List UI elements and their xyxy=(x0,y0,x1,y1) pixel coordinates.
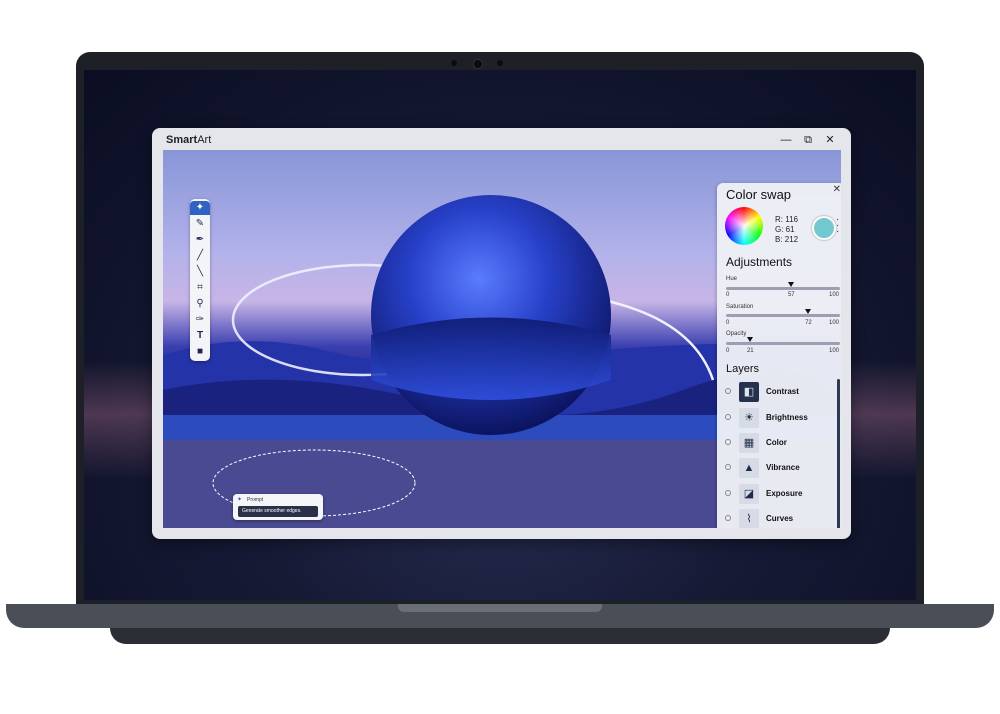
saturation-label: Saturation xyxy=(726,304,754,310)
layer-label: Brightness xyxy=(766,413,808,422)
saturation-slider-thumb[interactable] xyxy=(805,309,812,314)
webcam-bar xyxy=(440,58,560,70)
layer-item-contrast[interactable]: ◧ Contrast xyxy=(723,382,833,402)
saturation-min: 0 xyxy=(726,320,730,326)
text-icon[interactable]: T xyxy=(190,329,210,343)
opacity-slider[interactable] xyxy=(726,342,840,345)
layer-radio[interactable] xyxy=(725,490,731,496)
layer-label: Curves xyxy=(766,514,794,523)
layers-scrollbar[interactable] xyxy=(837,379,840,528)
layer-label: Exposure xyxy=(766,489,803,498)
layer-label: Color xyxy=(766,438,787,447)
rgb-blue: B: 212 xyxy=(775,235,799,244)
saturation-value: 72 xyxy=(805,320,812,326)
layer-item-brightness[interactable]: ☀ Brightness xyxy=(723,408,833,428)
magnify-icon[interactable]: ⚲ xyxy=(190,297,210,311)
brush-icon[interactable]: ╱ xyxy=(190,249,210,263)
opacity-max: 100 xyxy=(829,348,840,354)
color-wheel[interactable] xyxy=(725,207,763,245)
hue-label: Hue xyxy=(726,276,738,282)
panel-close-icon[interactable]: ✕ xyxy=(833,184,841,195)
layer-radio[interactable] xyxy=(725,515,731,521)
image-canvas[interactable]: ✦ ✎ ✒ ╱ ╲ ⌗ ⚲ ✑ T ■ ✦ Prompt Generate sm… xyxy=(163,150,841,528)
close-button[interactable]: ✕ xyxy=(822,132,838,148)
smartart-window: SmartArt — ⧉ ✕ ✦ ✎ ✒ ╱ ╲ ⌗ ⚲ ✑ T ■ ✦ Pro… xyxy=(152,128,851,539)
shape-icon[interactable]: ■ xyxy=(190,345,210,359)
layer-radio[interactable] xyxy=(725,388,731,394)
dropper-icon[interactable]: ✑ xyxy=(190,313,210,327)
layer-radio[interactable] xyxy=(725,414,731,420)
hue-value: 57 xyxy=(787,292,795,298)
color-swap-heading: Color swap xyxy=(726,187,792,202)
opacity-slider-thumb[interactable] xyxy=(746,337,753,342)
contrast-icon: ◧ xyxy=(739,382,759,402)
properties-panel: ✕ Color swap R: 116 G: 61 B: 212 · · · Adj… xyxy=(717,183,841,528)
layer-item-exposure[interactable]: ◪ Exposure xyxy=(723,484,833,504)
layer-radio[interactable] xyxy=(725,464,731,470)
sphere-reflection xyxy=(371,317,611,400)
lid-opener-notch xyxy=(398,604,602,612)
sensor-icon xyxy=(451,60,457,66)
color-swatch[interactable] xyxy=(812,216,836,240)
layer-label: Vibrance xyxy=(766,463,800,472)
pen-icon[interactable]: ✒ xyxy=(190,233,210,247)
ai-sparkle-icon[interactable]: ✦ xyxy=(190,201,210,215)
sparkle-icon: ✦ xyxy=(237,497,243,503)
title-bar: SmartArt — ⧉ ✕ xyxy=(152,128,851,152)
prompt-box: ✦ Prompt Generate smoother edges. xyxy=(233,494,323,520)
layer-item-vibrance[interactable]: ▲ Vibrance xyxy=(723,458,833,478)
crop-icon[interactable]: ⌗ xyxy=(190,281,210,295)
opacity-value: 21 xyxy=(746,348,754,354)
vibrance-icon: ▲ xyxy=(739,458,759,478)
hue-min: 0 xyxy=(726,292,730,298)
rgb-red: R: 116 xyxy=(775,215,798,224)
opacity-label: Opacity xyxy=(726,331,747,337)
adjustments-heading: Adjustments xyxy=(726,255,793,269)
layer-item-color[interactable]: ▦ Color xyxy=(723,433,833,453)
sensor-icon xyxy=(497,60,503,66)
layer-label: Contrast xyxy=(766,387,799,396)
saturation-slider[interactable] xyxy=(726,314,840,317)
layer-radio[interactable] xyxy=(725,439,731,445)
pin-icon[interactable]: ✎ xyxy=(190,217,210,231)
prompt-label: Prompt xyxy=(247,497,264,503)
color-icon: ▦ xyxy=(739,433,759,453)
rgb-green: G: 61 xyxy=(775,225,795,234)
tool-palette: ✦ ✎ ✒ ╱ ╲ ⌗ ⚲ ✑ T ■ xyxy=(190,199,210,361)
app-title: SmartArt xyxy=(166,134,212,146)
exposure-icon: ◪ xyxy=(739,484,759,504)
camera-icon xyxy=(473,59,483,69)
minimize-button[interactable]: — xyxy=(778,132,794,148)
laptop-base-underside xyxy=(110,628,890,644)
prompt-input[interactable]: Generate smoother edges. xyxy=(238,506,318,517)
layer-item-curves[interactable]: ⌇ Curves xyxy=(723,509,833,528)
curves-icon: ⌇ xyxy=(739,509,759,528)
hue-slider-thumb[interactable] xyxy=(787,282,794,287)
more-options-icon[interactable]: · · · xyxy=(836,215,840,237)
restore-button[interactable]: ⧉ xyxy=(800,132,816,148)
hue-slider[interactable] xyxy=(726,287,840,290)
brightness-icon: ☀ xyxy=(739,408,759,428)
layers-heading: Layers xyxy=(726,363,760,375)
saturation-max: 100 xyxy=(829,320,840,326)
pencil-icon[interactable]: ╲ xyxy=(190,265,210,279)
hue-max: 100 xyxy=(829,292,840,298)
opacity-min: 0 xyxy=(726,348,730,354)
